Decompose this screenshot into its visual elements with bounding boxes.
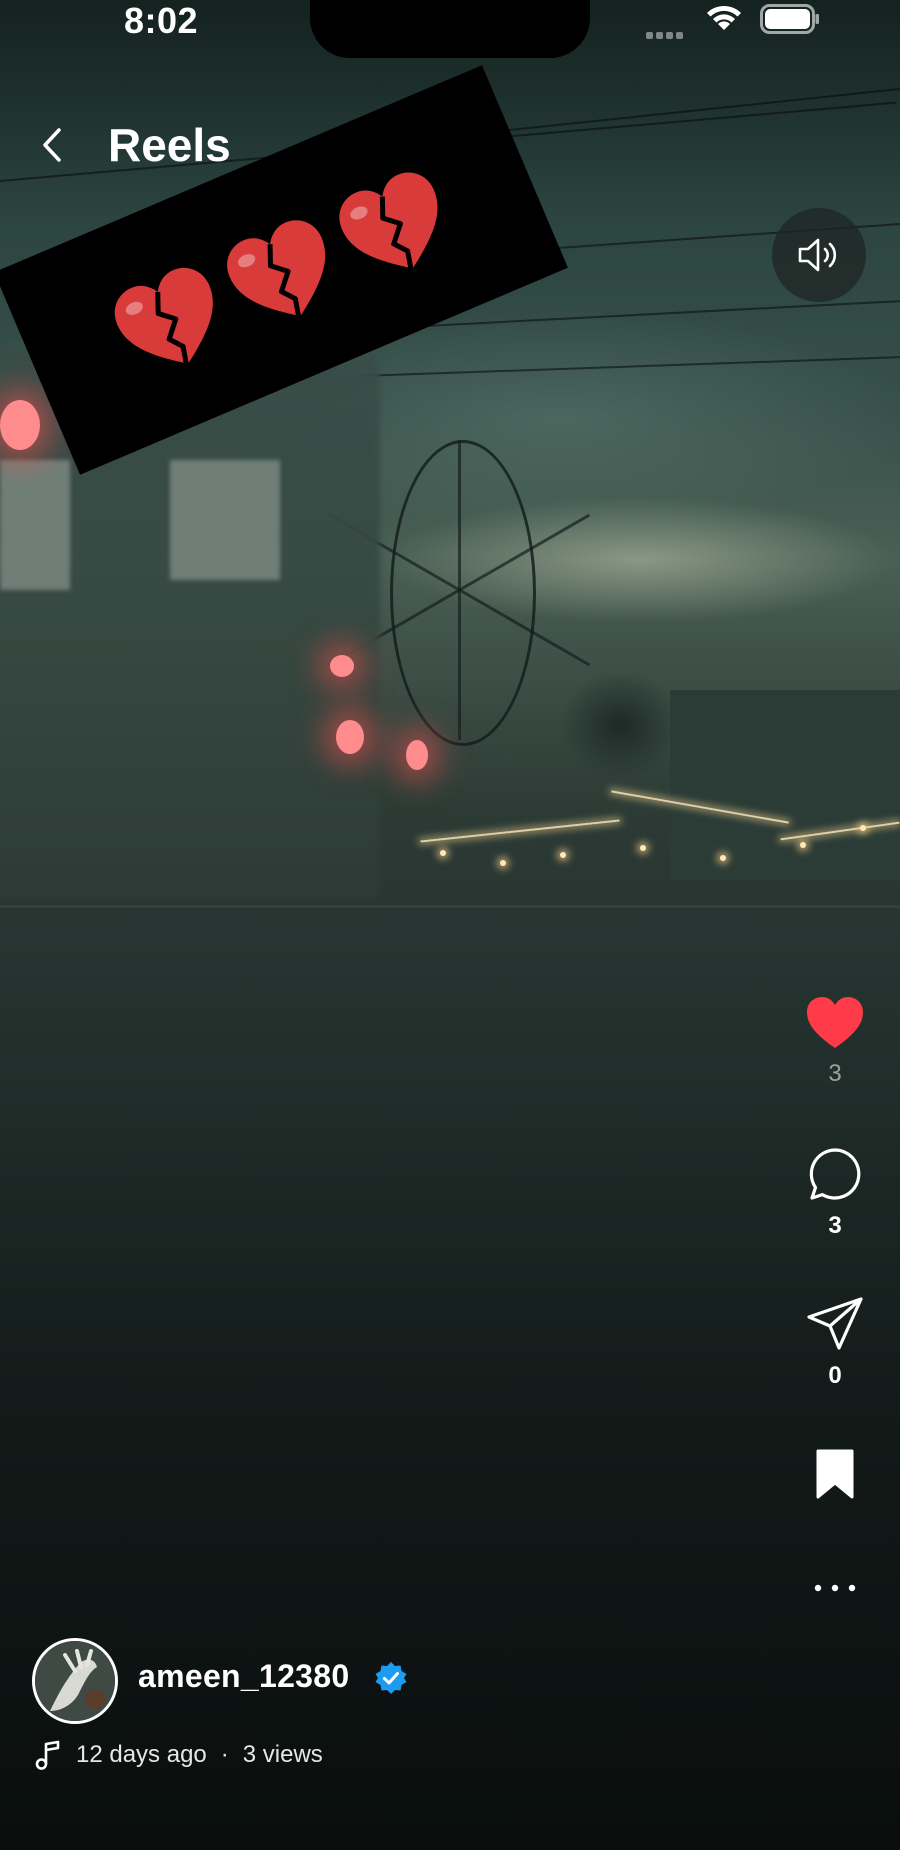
like-count[interactable]: 3 bbox=[790, 1060, 880, 1088]
more-options-action bbox=[790, 1578, 880, 1598]
comment-icon[interactable] bbox=[807, 1146, 863, 1202]
share-count: 0 bbox=[828, 1362, 842, 1389]
broken-heart-emoji bbox=[114, 267, 213, 365]
status-bar: 8:02 bbox=[0, 0, 900, 60]
battery-icon bbox=[760, 4, 819, 34]
back-button[interactable] bbox=[30, 120, 74, 170]
page-title: Reels bbox=[108, 119, 231, 171]
more-options-icon[interactable] bbox=[812, 1578, 858, 1598]
avatar[interactable] bbox=[32, 1638, 118, 1724]
wifi-icon bbox=[707, 5, 741, 30]
save-action bbox=[790, 1448, 880, 1500]
chevron-left-icon bbox=[43, 128, 61, 162]
comment-action: 3 bbox=[790, 1146, 880, 1240]
cellular-signal-icon bbox=[646, 26, 690, 39]
music-note-icon[interactable] bbox=[34, 1740, 62, 1770]
broken-heart-emoji bbox=[339, 172, 438, 270]
view-count: 3 views bbox=[242, 1741, 323, 1768]
verified-badge-icon bbox=[375, 1662, 407, 1694]
mute-toggle-button[interactable] bbox=[772, 208, 866, 302]
send-icon[interactable] bbox=[806, 1296, 864, 1352]
comment-count: 3 bbox=[828, 1212, 842, 1239]
post-meta: 12 days ago · 3 views bbox=[34, 1740, 323, 1770]
bookmark-icon[interactable] bbox=[815, 1448, 855, 1500]
heart-icon[interactable] bbox=[805, 996, 865, 1050]
like-action: 3 bbox=[790, 996, 880, 1088]
avatar-image bbox=[35, 1641, 115, 1721]
dynamic-island bbox=[310, 0, 590, 58]
share-action: 0 bbox=[790, 1296, 880, 1390]
speaker-volume-icon bbox=[798, 238, 837, 272]
post-age: 12 days ago bbox=[76, 1741, 207, 1768]
status-time: 8:02 bbox=[124, 0, 199, 41]
broken-heart-emoji bbox=[227, 220, 326, 318]
meta-separator: · bbox=[220, 1741, 229, 1768]
username[interactable]: ameen_12380 bbox=[138, 1658, 349, 1695]
